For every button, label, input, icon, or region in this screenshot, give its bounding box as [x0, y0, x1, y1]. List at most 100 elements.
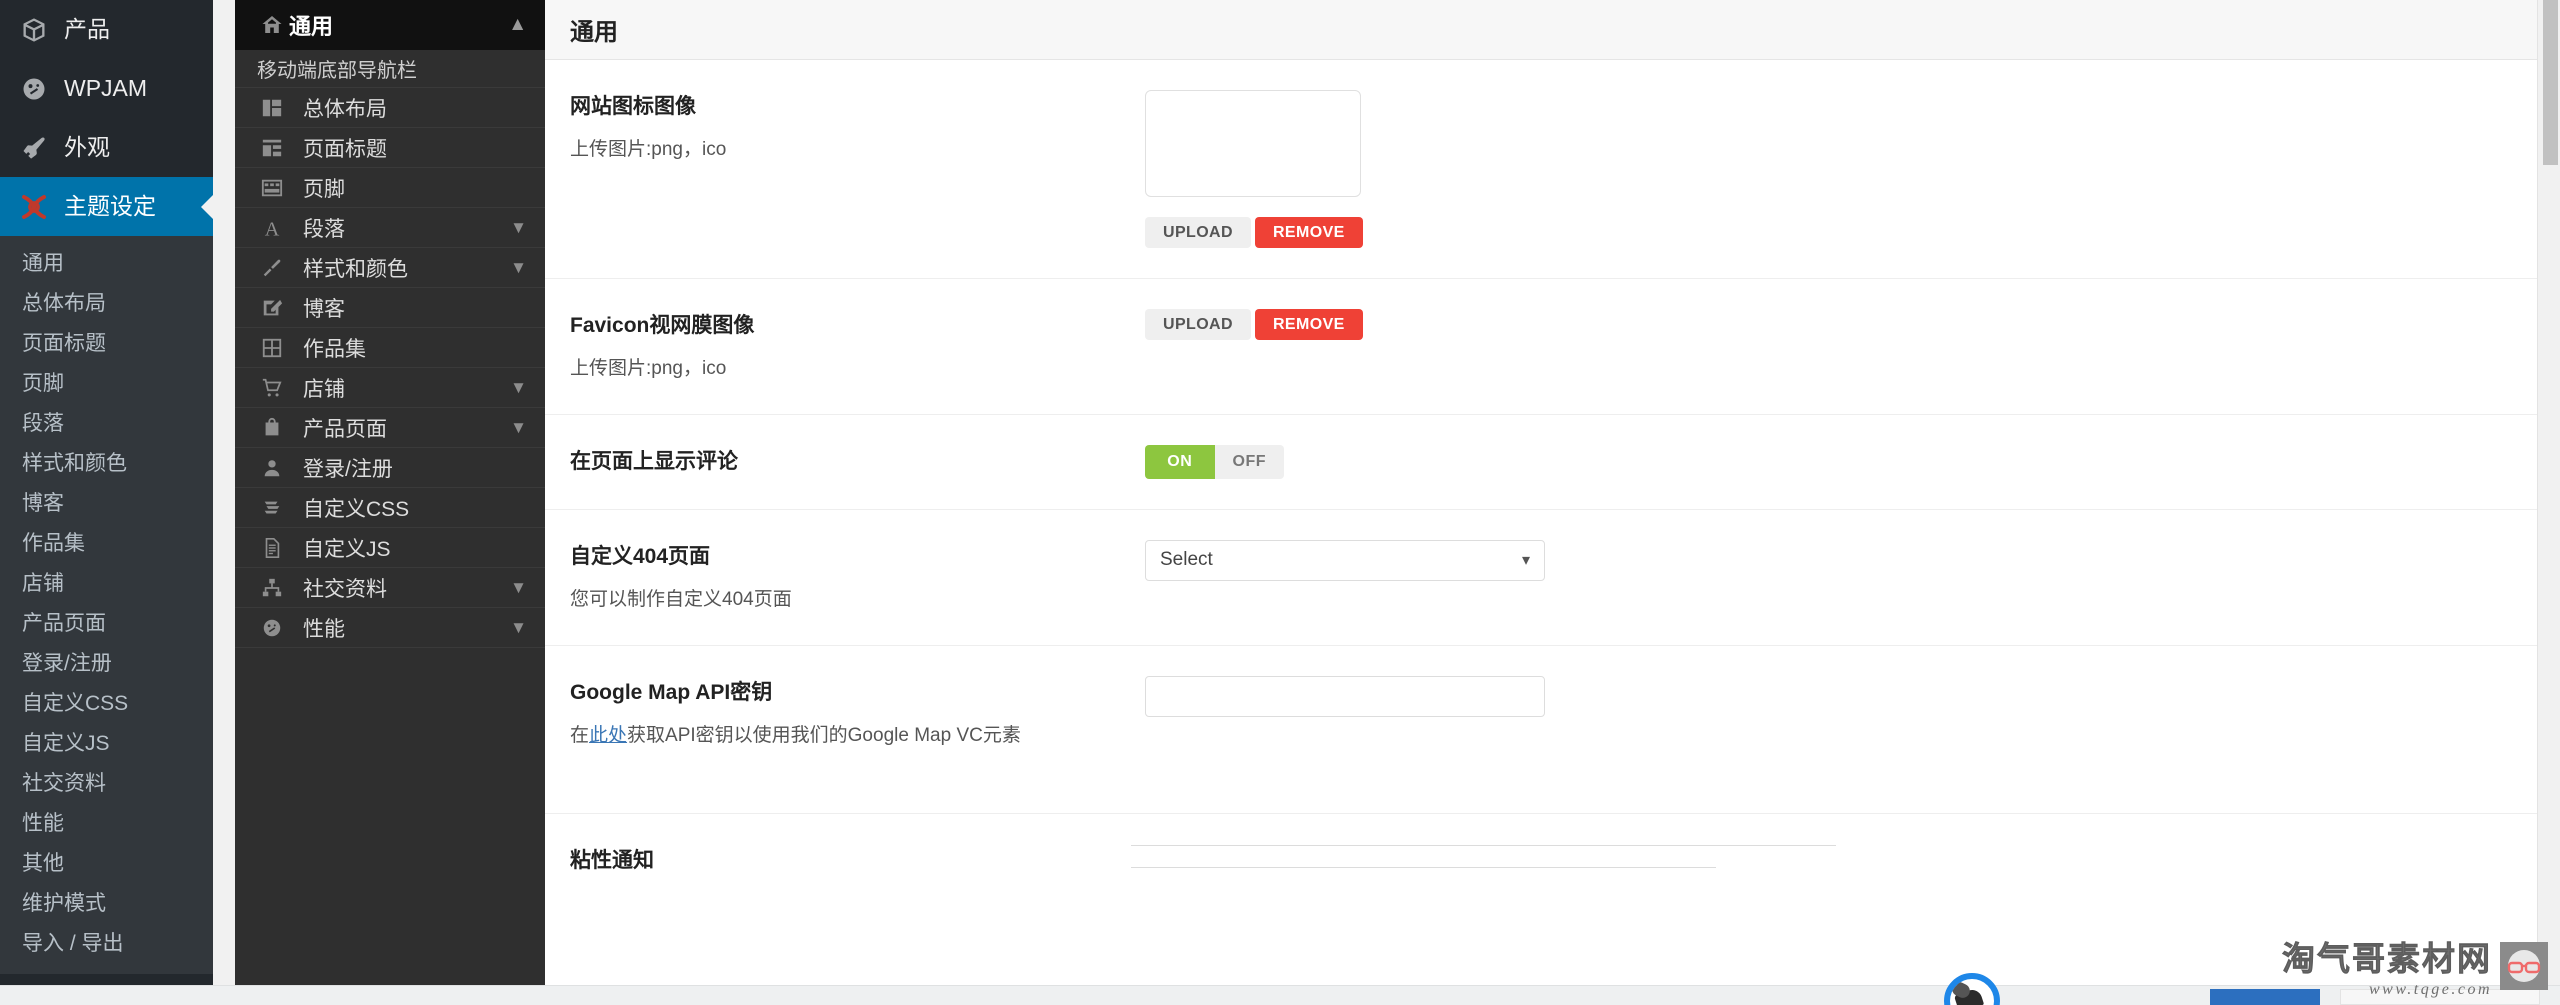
sidebar-gutter	[213, 0, 235, 1005]
field-title: 在页面上显示评论	[570, 449, 738, 473]
watermark-text: 淘气哥素材网 www.tqge.com	[2282, 932, 2492, 999]
submenu-item-import-export[interactable]: 导入 / 导出	[0, 924, 213, 964]
remove-button[interactable]: REMOVE	[1254, 217, 1363, 248]
field-description: 上传图片:png，ico	[570, 358, 727, 380]
field-control-group: UPLOAD REMOVE	[1145, 90, 2515, 248]
woodmart-x-icon	[18, 192, 50, 222]
field-control-group: UPLOAD REMOVE	[1145, 309, 2515, 340]
options-nav-item-product-page[interactable]: 产品页面 ▼	[235, 408, 545, 448]
submenu-item-layout[interactable]: 总体布局	[0, 284, 213, 324]
chevron-down-icon[interactable]: ▼	[510, 578, 527, 598]
field-label-group: 自定义404页面 您可以制作自定义404页面	[570, 540, 1145, 615]
options-nav-item-label: 页面标题	[303, 137, 387, 161]
sidebar-item-wpjam[interactable]: WPJAM	[0, 59, 213, 118]
options-nav-item-layout[interactable]: 总体布局	[235, 88, 545, 128]
field-title: 网站图标图像	[570, 95, 696, 118]
options-nav-header-general[interactable]: 通用 ▲	[235, 0, 545, 50]
custom-404-select[interactable]: Select ▾	[1145, 539, 1545, 581]
wp-admin-sidebar: 产品 WPJAM 外观 主题设定 通用 总体布局 页面标题 页脚 段落 样式和颜…	[0, 0, 213, 1005]
field-label-group: Favicon视网膜图像 上传图片:png，ico	[570, 309, 1145, 384]
options-nav-item-portfolio[interactable]: 作品集	[235, 328, 545, 368]
glasses-icon	[2500, 941, 2548, 990]
pencil-note-icon	[255, 297, 289, 319]
upload-button[interactable]: UPLOAD	[1145, 217, 1251, 248]
submenu-item-typography[interactable]: 段落	[0, 404, 213, 444]
paintbrush-icon	[255, 257, 289, 279]
options-nav-item-label: 性能	[303, 617, 345, 641]
image-preview-box[interactable]	[1145, 90, 1361, 197]
options-nav-subitem-mobile-bottom-nav[interactable]: 移动端底部导航栏	[235, 50, 545, 88]
submenu-item-portfolio[interactable]: 作品集	[0, 524, 213, 564]
options-nav-item-page-title[interactable]: 页面标题	[235, 128, 545, 168]
sidebar-item-products[interactable]: 产品	[0, 0, 213, 59]
submenu-item-product-page[interactable]: 产品页面	[0, 604, 213, 644]
options-nav-item-custom-css[interactable]: 自定义CSS	[235, 488, 545, 528]
submenu-item-footer[interactable]: 页脚	[0, 364, 213, 404]
chevron-down-icon[interactable]: ▼	[510, 618, 527, 638]
options-nav-subitem-label: 移动端底部导航栏	[257, 60, 417, 82]
typography-a-icon: A	[255, 217, 289, 239]
page-scrollbar-thumb[interactable]	[2543, 0, 2558, 165]
chevron-down-icon[interactable]: ▾	[1522, 550, 1530, 570]
options-nav-item-footer[interactable]: 页脚	[235, 168, 545, 208]
submenu-item-social-profiles[interactable]: 社交资料	[0, 764, 213, 804]
field-label-group: 在页面上显示评论	[570, 445, 1145, 476]
bottom-strip	[0, 985, 2560, 1005]
field-label-group: Google Map API密钥 在此处获取API密钥以使用我们的Google …	[570, 676, 1145, 751]
options-nav-item-label: 登录/注册	[303, 457, 393, 481]
options-nav-item-performance[interactable]: 性能 ▼	[235, 608, 545, 648]
submenu-item-general[interactable]: 通用	[0, 244, 213, 284]
field-show-comments: 在页面上显示评论 ON OFF	[545, 415, 2540, 510]
submenu-item-maintenance[interactable]: 维护模式	[0, 884, 213, 924]
submenu-item-login-register[interactable]: 登录/注册	[0, 644, 213, 684]
options-nav-item-social-profiles[interactable]: 社交资料 ▼	[235, 568, 545, 608]
sidebar-item-label: 外观	[64, 134, 110, 160]
options-nav-item-login-register[interactable]: 登录/注册	[235, 448, 545, 488]
options-nav-item-label: 自定义JS	[303, 537, 391, 561]
comments-toggle[interactable]: ON OFF	[1145, 444, 1284, 479]
main-content: 通用 网站图标图像 上传图片:png，ico UPLOAD REMOVE Fav…	[545, 0, 2560, 1005]
remove-button[interactable]: REMOVE	[1254, 309, 1363, 340]
options-nav-item-typography[interactable]: A 段落 ▼	[235, 208, 545, 248]
chevron-down-icon[interactable]: ▼	[510, 258, 527, 278]
chevron-up-icon[interactable]: ▲	[508, 14, 527, 36]
options-nav-item-label: 产品页面	[303, 417, 387, 441]
chevron-down-icon[interactable]: ▼	[510, 218, 527, 238]
field-favicon-retina: Favicon视网膜图像 上传图片:png，ico UPLOAD REMOVE	[545, 279, 2540, 415]
toggle-off-option[interactable]: OFF	[1214, 444, 1284, 479]
submenu-item-styles-colors[interactable]: 样式和颜色	[0, 444, 213, 484]
sidebar-item-appearance[interactable]: 外观	[0, 118, 213, 177]
options-nav-item-label: 总体布局	[303, 97, 387, 121]
submenu-item-blog[interactable]: 博客	[0, 484, 213, 524]
options-nav-item-label: 样式和颜色	[303, 257, 408, 281]
options-nav-item-label: 作品集	[303, 337, 366, 361]
field-google-map-api-key: Google Map API密钥 在此处获取API密钥以使用我们的Google …	[545, 646, 2540, 814]
submenu-item-shop[interactable]: 店铺	[0, 564, 213, 604]
api-key-link[interactable]: 此处	[589, 725, 627, 746]
field-title: 自定义404页面	[570, 544, 711, 568]
field-description: 在此处获取API密钥以使用我们的Google Map VC元素	[570, 722, 1145, 751]
submenu-item-page-title[interactable]: 页面标题	[0, 324, 213, 364]
options-nav-item-custom-js[interactable]: 自定义JS	[235, 528, 545, 568]
options-nav-item-blog[interactable]: 博客	[235, 288, 545, 328]
options-nav-item-shop[interactable]: 店铺 ▼	[235, 368, 545, 408]
admin-screen: 产品 WPJAM 外观 主题设定 通用 总体布局 页面标题 页脚 段落 样式和颜…	[0, 0, 2560, 1005]
submenu-item-performance[interactable]: 性能	[0, 804, 213, 844]
css-icon	[255, 497, 289, 519]
submenu-item-custom-js[interactable]: 自定义JS	[0, 724, 213, 764]
submenu-item-custom-css[interactable]: 自定义CSS	[0, 684, 213, 724]
page-title: 通用	[545, 0, 2540, 60]
brush-icon	[18, 134, 50, 162]
box-icon	[18, 16, 50, 44]
upload-button[interactable]: UPLOAD	[1145, 309, 1251, 340]
google-map-api-key-input[interactable]	[1145, 675, 1545, 717]
watermark: 淘气哥素材网 www.tqge.com	[2282, 932, 2548, 999]
chevron-down-icon[interactable]: ▼	[510, 378, 527, 398]
page-scrollbar[interactable]	[2537, 0, 2560, 1005]
options-nav-item-label: 段落	[303, 217, 345, 241]
submenu-item-other[interactable]: 其他	[0, 844, 213, 884]
sidebar-item-theme-settings[interactable]: 主题设定	[0, 177, 213, 236]
toggle-on-option[interactable]: ON	[1145, 444, 1215, 479]
chevron-down-icon[interactable]: ▼	[510, 418, 527, 438]
options-nav-item-styles-colors[interactable]: 样式和颜色 ▼	[235, 248, 545, 288]
